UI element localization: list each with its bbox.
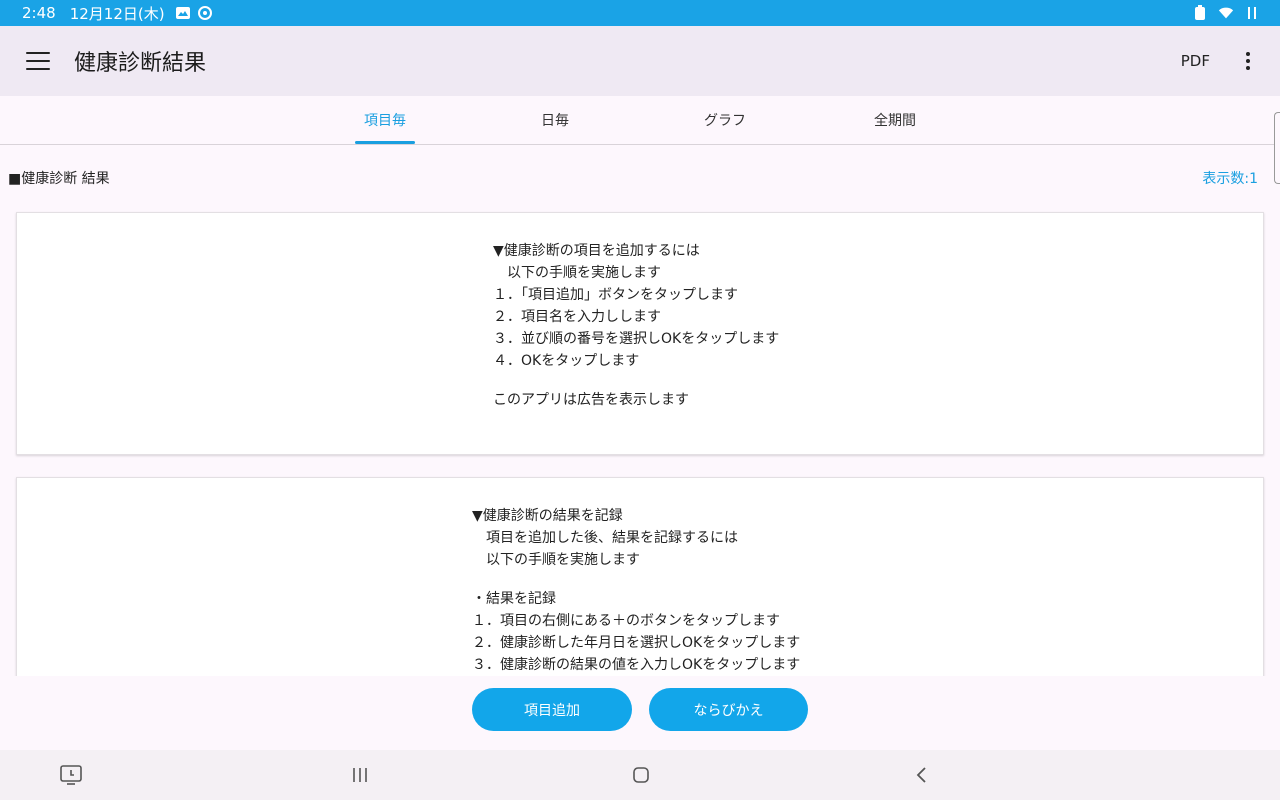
battery-saver-icon [1192, 5, 1208, 21]
data-icon [1244, 5, 1260, 21]
tab-graph[interactable]: グラフ [695, 96, 755, 144]
pdf-button[interactable]: PDF [1181, 52, 1210, 70]
screenshot-icon[interactable] [58, 762, 84, 788]
card-line: ４．OKをタップします [493, 353, 640, 369]
status-bar: 2:48 12月12日(木) [0, 0, 1280, 26]
add-item-button[interactable]: 項目追加 [472, 688, 632, 731]
page-title: 健康診断結果 [74, 51, 207, 76]
image-icon [175, 5, 191, 21]
card-line: ２．項目名を入力しします [493, 309, 661, 325]
card-text: ▼健康診断の結果を記録 項目を追加した後、結果を記録するには 以下の手順を実施し… [472, 505, 800, 676]
more-vert-icon[interactable] [1236, 49, 1260, 73]
card-line: ３．並び順の番号を選択しOKをタップします [493, 331, 780, 347]
recent-apps-icon[interactable] [347, 762, 373, 788]
sort-button[interactable]: ならびかえ [649, 688, 808, 731]
card-line: １．「項目追加」ボタンをタップします [493, 287, 738, 303]
instruction-card-add-item: ▼健康診断の項目を追加するには 以下の手順を実施します １．「項目追加」ボタンをタ… [16, 212, 1264, 455]
card-line: 項目を追加した後、結果を記録するには [472, 530, 738, 546]
tab-by-day[interactable]: 日毎 [525, 96, 585, 144]
menu-icon[interactable] [26, 52, 50, 70]
app-bar: 健康診断結果 PDF [0, 26, 1280, 96]
tab-bar: 項目毎 日毎 グラフ 全期間 [0, 96, 1280, 145]
tab-all-period[interactable]: 全期間 [865, 96, 925, 144]
display-count: 表示数:1 [1202, 171, 1258, 187]
sync-icon [197, 5, 213, 21]
instruction-card-record-result: ▼健康診断の結果を記録 項目を追加した後、結果を記録するには 以下の手順を実施し… [16, 477, 1264, 676]
card-line: ▼健康診断の結果を記録 [472, 508, 623, 524]
card-line: ▼健康診断の項目を追加するには [493, 243, 700, 259]
card-text: ▼健康診断の項目を追加するには 以下の手順を実施します １．「項目追加」ボタンをタ… [493, 240, 779, 411]
wifi-icon [1218, 5, 1234, 21]
card-line: １．項目の右側にある＋のボタンをタップします [472, 613, 780, 629]
card-line: ２．健康診断した年月日を選択しOKをタップします [472, 635, 801, 651]
tab-by-item[interactable]: 項目毎 [355, 96, 415, 144]
ad-notice: このアプリは広告を表示します [493, 392, 689, 408]
status-time: 2:48 [22, 4, 56, 22]
back-icon[interactable] [909, 762, 935, 788]
content-list[interactable]: ▼健康診断の項目を追加するには 以下の手順を実施します １．「項目追加」ボタンをタ… [0, 195, 1280, 676]
card-line: ３．健康診断の結果の値を入力しOKをタップします [472, 657, 801, 673]
status-date: 12月12日(木) [69, 4, 165, 23]
card-line: 以下の手順を実施します [493, 265, 661, 281]
system-nav-bar [0, 750, 1280, 800]
section-title: ■健康診断 結果 [8, 171, 110, 187]
scroll-handle[interactable] [1274, 112, 1280, 184]
home-icon[interactable] [628, 762, 654, 788]
card-line: ・結果を記録 [472, 591, 556, 607]
card-line: 以下の手順を実施します [472, 552, 640, 568]
